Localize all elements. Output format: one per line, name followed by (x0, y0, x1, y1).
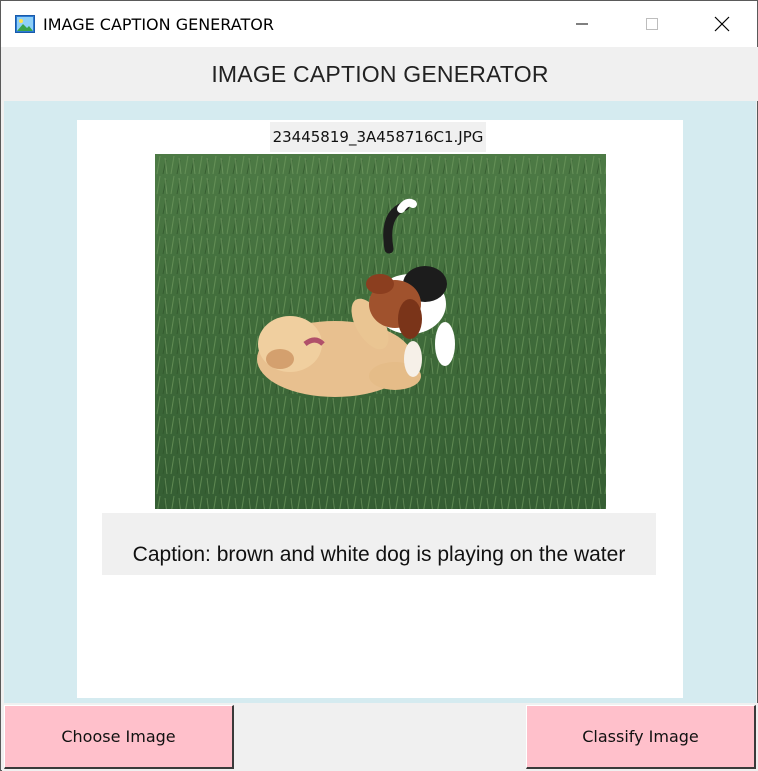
window-title: IMAGE CAPTION GENERATOR (43, 14, 274, 34)
minimize-button[interactable] (547, 1, 617, 47)
close-icon (714, 16, 730, 32)
minimize-icon (576, 23, 588, 25)
button-bar: Choose Image Classify Image (2, 703, 758, 771)
title-bar[interactable]: IMAGE CAPTION GENERATOR (1, 1, 757, 47)
close-button[interactable] (687, 1, 757, 47)
header-bar: IMAGE CAPTION GENERATOR (2, 47, 758, 101)
picture-icon (15, 15, 35, 33)
caption-panel: Caption: brown and white dog is playing … (102, 513, 656, 575)
caption-text: Caption: brown and white dog is playing … (132, 543, 626, 566)
choose-image-button[interactable]: Choose Image (4, 705, 234, 769)
filename-label: 23445819_3A458716C1.JPG (270, 122, 486, 152)
uploaded-photo (155, 154, 606, 509)
classify-image-button[interactable]: Classify Image (526, 705, 756, 769)
content-area: 23445819_3A458716C1.JPG Caption: brown a… (4, 101, 756, 703)
maximize-button[interactable] (617, 1, 687, 47)
maximize-icon (646, 18, 658, 30)
page-title: IMAGE CAPTION GENERATOR (211, 60, 549, 87)
app-window: IMAGE CAPTION GENERATOR IMAGE CAPTION GE… (0, 0, 758, 771)
image-card: 23445819_3A458716C1.JPG Caption: brown a… (77, 120, 683, 698)
